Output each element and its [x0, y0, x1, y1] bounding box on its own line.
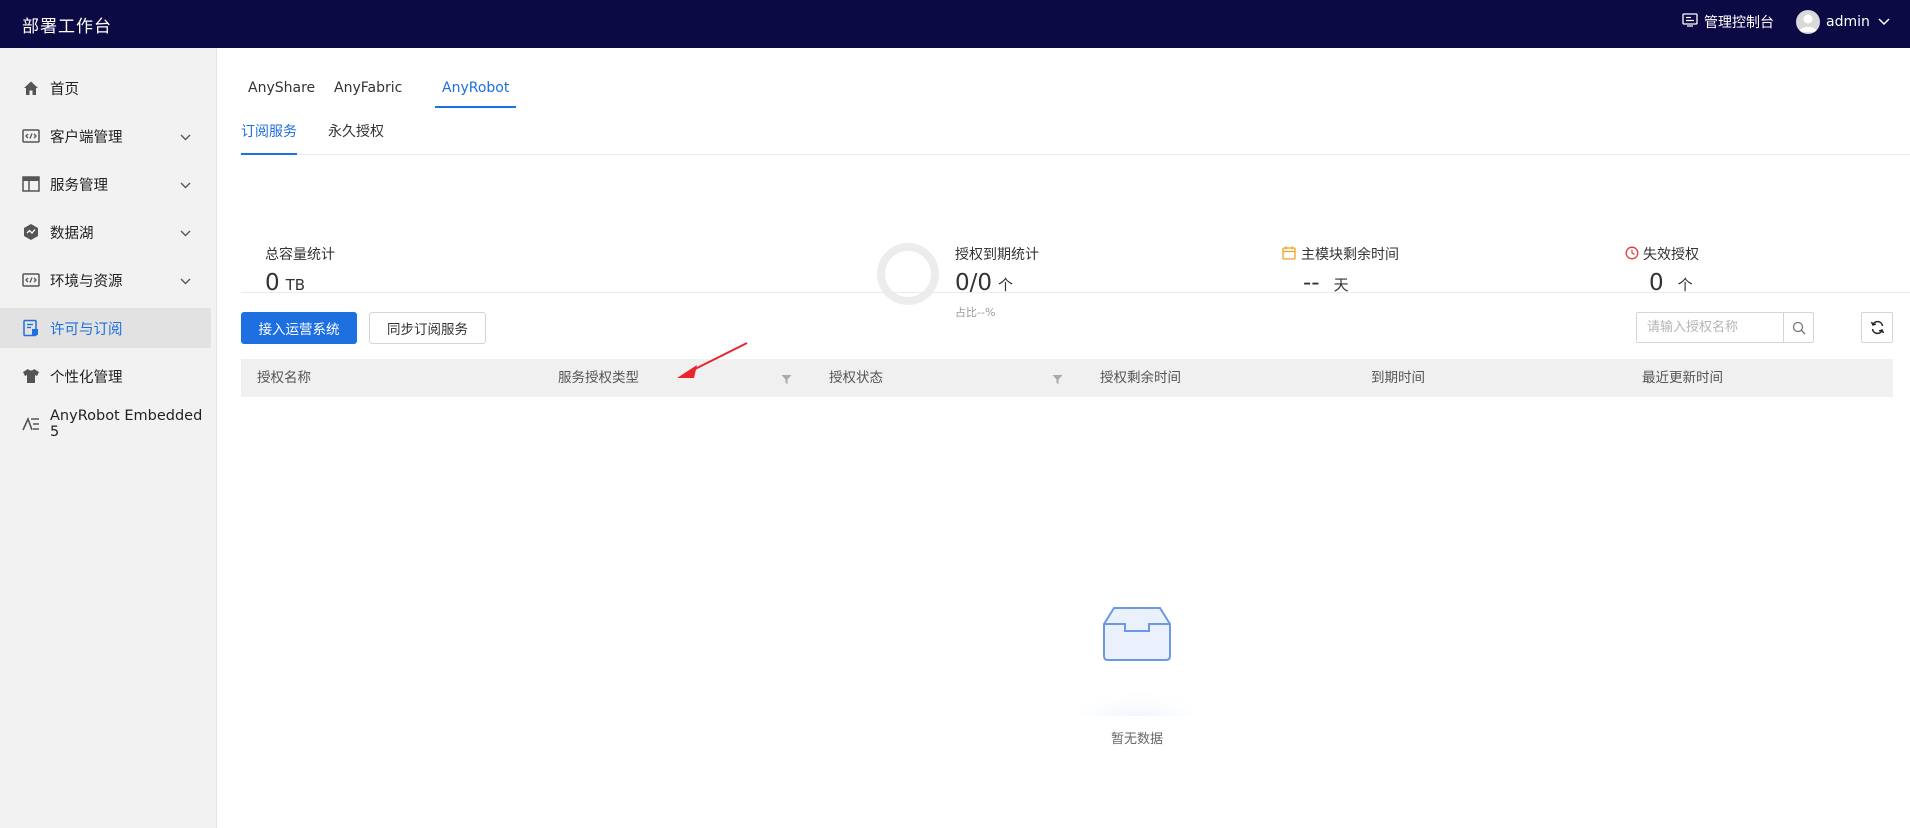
- anyrobot-icon: [22, 415, 40, 433]
- search-button[interactable]: [1783, 313, 1813, 342]
- expiry-number: 0/0: [955, 270, 993, 296]
- sidebar-item-label: 环境与资源: [50, 273, 123, 290]
- console-icon: [1682, 13, 1704, 31]
- chevron-down-icon: [180, 225, 191, 241]
- column-remaining-time[interactable]: 授权剩余时间: [1100, 359, 1181, 397]
- sidebar-item-label: 个性化管理: [50, 369, 123, 386]
- filter-icon[interactable]: [781, 371, 792, 389]
- sidebar-item-service-management[interactable]: 服务管理: [0, 164, 211, 204]
- calendar-icon: [1282, 246, 1296, 264]
- tab-permanent-license[interactable]: 永久授权: [328, 121, 384, 155]
- stats-panel: 总容量统计 0 TB 授权到期统计 0/0 个 占比--% 主模块剩余时间 -- 天 …: [241, 168, 1910, 319]
- expiry-unit: 个: [998, 276, 1014, 294]
- tab-label: AnyRobot: [442, 80, 510, 96]
- chevron-down-icon: [180, 177, 191, 193]
- environment-icon: [22, 271, 40, 289]
- sidebar-item-home[interactable]: 首页: [0, 68, 211, 108]
- tab-anyshare[interactable]: AnyShare: [241, 80, 322, 108]
- remaining-label: 主模块剩余时间: [1301, 247, 1399, 263]
- sidebar-item-data-lake[interactable]: 数据湖: [0, 212, 211, 252]
- invalid-clock-icon: [1625, 246, 1639, 264]
- column-last-updated[interactable]: 最近更新时间: [1642, 359, 1723, 397]
- column-service-type[interactable]: 服务授权类型: [558, 359, 639, 397]
- empty-state: 暂无数据: [987, 576, 1287, 756]
- code-window-icon: [22, 127, 40, 145]
- refresh-button[interactable]: [1861, 312, 1893, 343]
- chevron-down-icon: [180, 273, 191, 289]
- chevron-down-icon: [180, 129, 191, 145]
- expiry-value: 0/0 个: [955, 270, 1013, 296]
- sidebar: 首页 客户端管理 服务管理 数据湖 环境与资源 许可与订阅 个性化管理 AnyR…: [0, 48, 217, 828]
- tab-anyrobot[interactable]: AnyRobot: [435, 80, 517, 108]
- home-icon: [22, 79, 40, 97]
- sidebar-item-label: 数据湖: [50, 225, 94, 242]
- invalid-number: 0: [1649, 270, 1664, 296]
- search-box: [1636, 312, 1814, 343]
- column-expiry-time[interactable]: 到期时间: [1371, 359, 1425, 397]
- empty-inbox-icon: [1067, 576, 1207, 734]
- sync-subscription-button[interactable]: 同步订阅服务: [369, 312, 486, 344]
- sidebar-item-personalization[interactable]: 个性化管理: [0, 356, 211, 396]
- user-menu[interactable]: admin: [1796, 10, 1890, 34]
- tab-label: AnyShare: [248, 80, 316, 96]
- avatar: [1796, 10, 1820, 34]
- capacity-unit: TB: [285, 276, 306, 294]
- expiry-label: 授权到期统计: [955, 247, 1039, 263]
- search-input[interactable]: [1637, 313, 1783, 342]
- app-title: 部署工作台: [22, 17, 112, 37]
- column-license-name[interactable]: 授权名称: [257, 359, 311, 397]
- sidebar-item-client-management[interactable]: 客户端管理: [0, 116, 211, 156]
- tab-subscription-service[interactable]: 订阅服务: [241, 121, 297, 155]
- tab-label: AnyFabric: [334, 80, 403, 96]
- console-label: 管理控制台: [1704, 15, 1774, 31]
- tab-label: 永久授权: [328, 124, 384, 140]
- capacity-value: 0 TB: [265, 270, 305, 296]
- chevron-down-icon: [1878, 14, 1890, 30]
- layout-icon: [22, 175, 40, 193]
- license-icon: [22, 319, 40, 337]
- top-bar: 部署工作台 管理控制台 admin: [0, 0, 1910, 48]
- invalid-unit: 个: [1677, 276, 1693, 294]
- search-icon: [1792, 321, 1805, 334]
- remaining-unit: 天: [1333, 276, 1349, 294]
- sidebar-item-label: 许可与订阅: [50, 321, 123, 338]
- main-content: AnyShare AnyFabric AnyRobot 订阅服务 永久授权 总容…: [217, 48, 1910, 828]
- sidebar-item-anyrobot-embedded[interactable]: AnyRobot Embedded 5: [0, 404, 211, 444]
- filter-icon[interactable]: [1052, 371, 1063, 389]
- sidebar-item-label: AnyRobot Embedded 5: [50, 408, 203, 440]
- sidebar-item-label: 客户端管理: [50, 129, 123, 146]
- remaining-number: --: [1303, 270, 1320, 296]
- capacity-label: 总容量统计: [265, 247, 335, 263]
- connect-operations-button[interactable]: 接入运营系统: [241, 312, 357, 344]
- sidebar-item-environment-resources[interactable]: 环境与资源: [0, 260, 211, 300]
- column-license-status[interactable]: 授权状态: [829, 359, 883, 397]
- expiry-ratio: 占比--%: [955, 306, 996, 319]
- sidebar-item-label: 服务管理: [50, 177, 108, 194]
- invalid-value: 0个: [1649, 270, 1693, 296]
- tab-anyfabric[interactable]: AnyFabric: [327, 80, 409, 108]
- tab-label: 订阅服务: [241, 124, 297, 140]
- refresh-icon: [1870, 320, 1884, 335]
- tshirt-icon: [22, 367, 40, 385]
- sub-tabs: 订阅服务 永久授权: [241, 121, 1910, 155]
- user-name: admin: [1826, 14, 1870, 30]
- console-link[interactable]: 管理控制台: [1682, 12, 1774, 32]
- capacity-number: 0: [265, 270, 280, 296]
- table-header: 授权名称 服务授权类型 授权状态 授权剩余时间 到期时间 最近更新时间: [241, 359, 1893, 397]
- sidebar-item-license-subscription[interactable]: 许可与订阅: [0, 308, 211, 348]
- invalid-label: 失效授权: [1643, 247, 1699, 263]
- sidebar-item-label: 首页: [50, 81, 79, 98]
- remaining-value: -- 天: [1303, 270, 1349, 296]
- expiry-donut-chart: [875, 241, 941, 311]
- data-lake-icon: [22, 223, 40, 241]
- empty-text: 暂无数据: [1110, 732, 1163, 747]
